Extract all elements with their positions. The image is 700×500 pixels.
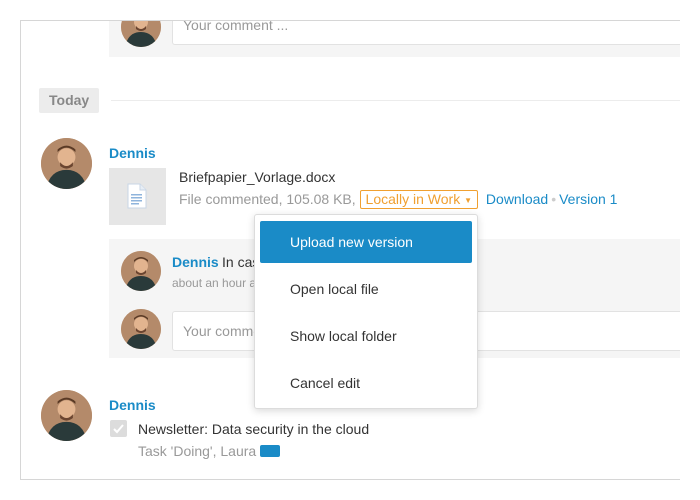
avatar: [121, 309, 161, 349]
file-meta: File commented, 105.08 KB, Locally in Wo…: [179, 190, 617, 209]
menu-item-cancel-edit[interactable]: Cancel edit: [260, 362, 472, 404]
menu-item-show-local-folder[interactable]: Show local folder: [260, 315, 472, 357]
file-actions-menu: Upload new version Open local file Show …: [254, 214, 478, 409]
status-badge[interactable]: Locally in Work ▼: [359, 190, 479, 209]
menu-item-open-local-file[interactable]: Open local file: [260, 268, 472, 310]
separator-dot: •: [551, 191, 557, 207]
task-meta-text: Task 'Doing', Laura: [138, 443, 257, 459]
day-divider: [111, 100, 680, 101]
file-name[interactable]: Briefpapier_Vorlage.docx: [179, 169, 335, 185]
day-label: Today: [39, 88, 100, 113]
file-meta-text: File commented, 105.08 KB,: [179, 191, 356, 207]
reply-time: about an hour a: [172, 276, 257, 290]
task-meta: Task 'Doing', Laura: [138, 443, 281, 459]
document-icon: [127, 183, 147, 209]
task-checkbox[interactable]: [110, 420, 127, 437]
avatar: [121, 251, 161, 291]
task-title[interactable]: Newsletter: Data security in the cloud: [138, 421, 369, 437]
status-badge-label: Locally in Work: [365, 191, 461, 207]
menu-item-upload-new-version[interactable]: Upload new version: [260, 221, 472, 263]
file-thumbnail[interactable]: [109, 168, 166, 225]
check-icon: [113, 424, 124, 434]
author-name[interactable]: Dennis: [109, 397, 156, 413]
download-link[interactable]: Download: [486, 191, 548, 207]
author-name[interactable]: Dennis: [109, 145, 156, 161]
version-link[interactable]: Version 1: [559, 191, 617, 207]
comment-input[interactable]: Your comment ...: [172, 21, 680, 45]
avatar: [41, 390, 92, 441]
avatar: [41, 138, 92, 189]
caret-down-icon: ▼: [464, 195, 473, 205]
task-tag: [260, 445, 281, 457]
reply-author[interactable]: Dennis: [172, 254, 219, 270]
